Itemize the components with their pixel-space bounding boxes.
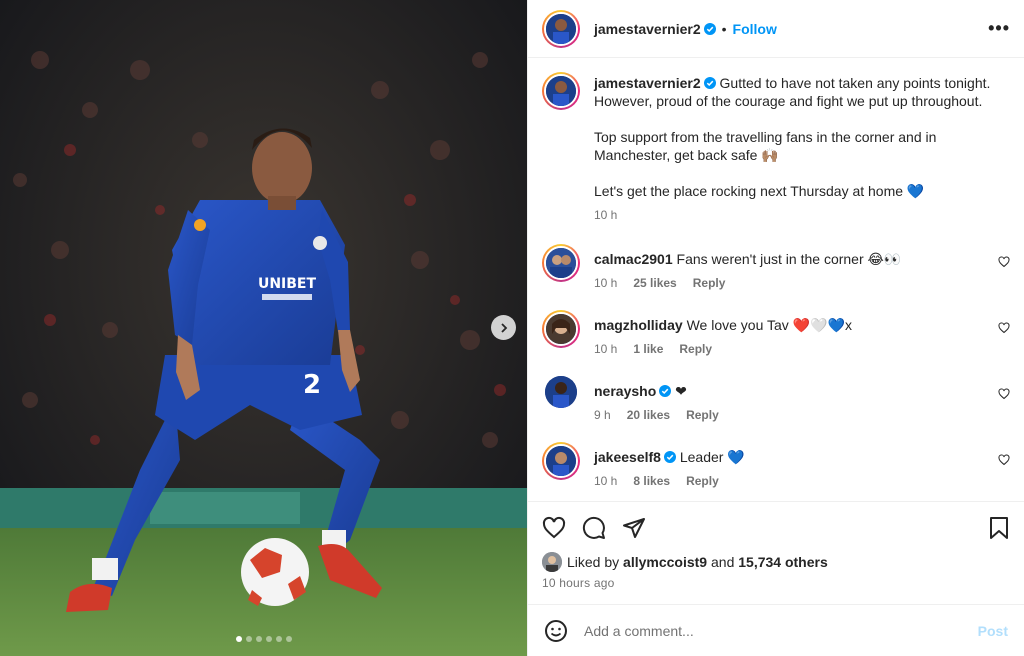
commenter-avatar[interactable] (542, 244, 580, 282)
liked-and: and (711, 554, 735, 570)
post-time-ago[interactable]: 10 hours ago (542, 576, 1010, 590)
shirt-sponsor: UNIBET (258, 276, 317, 292)
verified-badge-icon (663, 451, 676, 463)
liked-user[interactable]: allymccoist9 (623, 554, 707, 570)
verified-badge-icon (703, 22, 716, 35)
carousel-dot (245, 636, 252, 642)
comment-likes[interactable]: 8 likes (633, 472, 670, 490)
comment-bubble-icon[interactable] (582, 516, 606, 540)
separator-dot: • (721, 20, 727, 37)
reply-button[interactable]: Reply (679, 340, 712, 358)
share-paper-plane-icon[interactable] (622, 516, 646, 540)
add-comment-bar: Add a comment... Post (528, 604, 1024, 656)
like-comment-heart-icon[interactable] (998, 256, 1010, 268)
comment-text: We love you Tav ❤️🤍💙x (686, 317, 852, 333)
post-sidebar: jamestavernier2 • Follow ••• jamestavern… (527, 0, 1024, 656)
shirt-number: 2 (303, 370, 321, 400)
reply-button[interactable]: Reply (686, 472, 719, 490)
carousel-dot (235, 636, 242, 642)
commenter-avatar[interactable] (545, 376, 577, 408)
post-actions: Liked by allymccoist9 and 15,734 others … (528, 501, 1024, 590)
post-photo: UNIBET 2 (0, 0, 527, 656)
reply-button[interactable]: Reply (686, 406, 719, 424)
comment-username[interactable]: neraysho (594, 383, 656, 399)
comment-item: neraysho ❤ 9 h 20 likes Reply (542, 376, 1010, 424)
comment-item: calmac2901 Fans weren't just in the corn… (542, 244, 1010, 292)
reply-button[interactable]: Reply (693, 274, 726, 292)
chevron-right-icon (500, 322, 507, 333)
comment-likes[interactable]: 20 likes (627, 406, 670, 424)
comment-username[interactable]: magzholliday (594, 317, 683, 333)
comment-username[interactable]: jakeeself8 (594, 449, 661, 465)
comment-item: magzholliday We love you Tav ❤️🤍💙x 10 h … (542, 310, 1010, 358)
like-comment-heart-icon[interactable] (998, 322, 1010, 334)
comment-time[interactable]: 10 h (594, 340, 617, 358)
verified-badge-icon (659, 385, 672, 397)
author-avatar[interactable] (542, 72, 580, 110)
comments-list[interactable]: jamestavernier2 Gutted to have not taken… (528, 58, 1024, 501)
commenter-avatar[interactable] (542, 310, 580, 348)
post-media[interactable]: UNIBET 2 (0, 0, 527, 656)
like-comment-heart-icon[interactable] (998, 454, 1010, 466)
follow-button[interactable]: Follow (733, 21, 777, 37)
carousel-dot (265, 636, 272, 642)
comment-username[interactable]: calmac2901 (594, 251, 673, 267)
comment-text: Leader 💙 (679, 449, 745, 465)
comment-input[interactable]: Add a comment... (584, 623, 978, 639)
post-comment-button[interactable]: Post (978, 623, 1008, 639)
like-heart-icon[interactable] (542, 516, 566, 540)
liked-by-row: Liked by allymccoist9 and 15,734 others (542, 552, 1010, 572)
carousel-dot (275, 636, 282, 642)
comment-likes[interactable]: 25 likes (633, 274, 676, 292)
commenter-avatar[interactable] (542, 442, 580, 480)
caption: jamestavernier2 Gutted to have not taken… (542, 72, 1010, 224)
verified-badge-icon (703, 77, 716, 89)
author-username[interactable]: jamestavernier2 (594, 21, 701, 37)
comment-time[interactable]: 10 h (594, 472, 617, 490)
comment-likes[interactable]: 1 like (633, 340, 663, 358)
caption-time[interactable]: 10 h (594, 206, 617, 224)
comment-time[interactable]: 9 h (594, 406, 611, 424)
post-dialog: UNIBET 2 jamestavernier2 • Follow ••• ja… (0, 0, 1024, 656)
caption-text-3: Let's get the place rocking next Thursda… (594, 183, 925, 199)
caption-username[interactable]: jamestavernier2 (594, 75, 701, 91)
author-avatar[interactable] (542, 9, 580, 48)
post-header: jamestavernier2 • Follow ••• (528, 0, 1024, 58)
carousel-dot (255, 636, 262, 642)
more-options-icon[interactable]: ••• (988, 18, 1010, 39)
emoji-smiley-icon[interactable] (544, 619, 568, 643)
liked-others[interactable]: 15,734 others (738, 554, 828, 570)
liker-avatar[interactable] (542, 552, 562, 572)
carousel-dot (285, 636, 292, 642)
comment-item: jakeeself8 Leader 💙 10 h 8 likes Reply (542, 442, 1010, 490)
next-image-button[interactable] (491, 315, 516, 340)
liked-prefix: Liked by (567, 554, 620, 570)
comment-time[interactable]: 10 h (594, 274, 617, 292)
save-bookmark-icon[interactable] (988, 516, 1010, 540)
caption-text-2: Top support from the travelling fans in … (594, 129, 937, 163)
comment-text: ❤ (675, 383, 687, 399)
comment-text: Fans weren't just in the corner 😂👀 (676, 251, 902, 267)
carousel-dots (0, 636, 527, 642)
like-comment-heart-icon[interactable] (998, 388, 1010, 400)
